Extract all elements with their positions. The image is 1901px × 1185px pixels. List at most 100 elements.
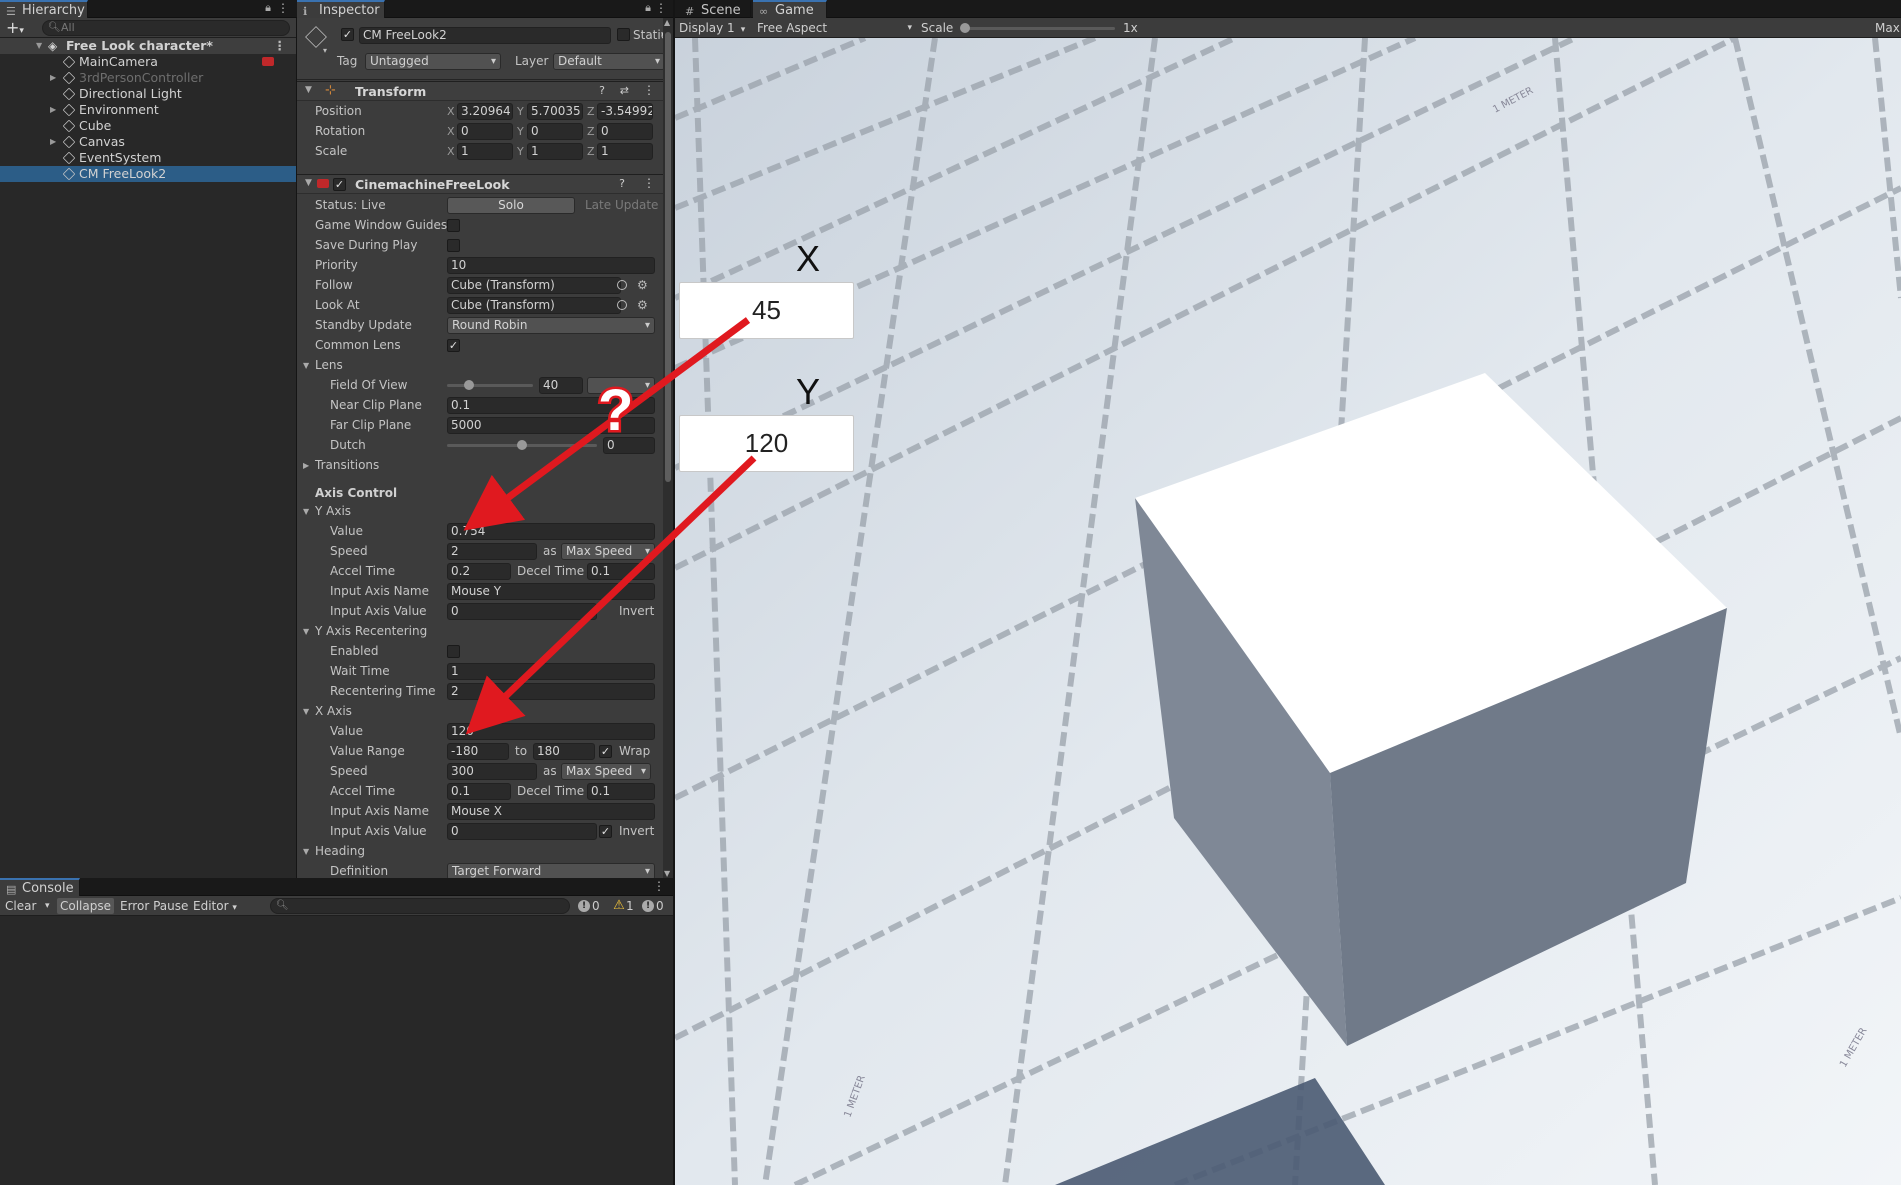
game-view[interactable]: # Scene ∞ Game Display 1 ▾ Free Aspect ▾ S…	[675, 0, 1901, 1185]
x-input-name-field[interactable]: Mouse X	[447, 803, 655, 820]
position-z-field[interactable]: -3.54992	[597, 103, 653, 120]
fold-arrow-icon[interactable]: ▼	[303, 627, 309, 636]
fov-mode-dropdown[interactable]	[587, 377, 655, 394]
scale-y-field[interactable]: 1	[527, 143, 583, 160]
collapse-toggle[interactable]: Collapse	[57, 898, 114, 914]
x-range-max-field[interactable]: 180	[533, 743, 595, 760]
near-clip-field[interactable]: 0.1	[447, 397, 655, 414]
dutch-field[interactable]: 0	[603, 437, 655, 454]
fold-arrow-icon[interactable]: ▼	[303, 847, 309, 856]
standby-update-dropdown[interactable]: Round Robin	[447, 317, 655, 334]
tab-hierarchy[interactable]: ☰ Hierarchy	[0, 0, 88, 18]
info-count-toggle[interactable]: ! 0	[576, 898, 600, 914]
scene-menu-icon[interactable]: ⋮	[274, 38, 287, 54]
more-options-icon[interactable]: ⋮	[655, 1, 667, 15]
priority-field[interactable]: 10	[447, 257, 655, 274]
rotation-y-field[interactable]: 0	[527, 123, 583, 140]
fold-arrow-icon[interactable]: ▼	[305, 85, 312, 95]
common-lens-checkbox[interactable]: ✓	[447, 339, 460, 352]
hierarchy-search-input[interactable]: 🔍︎ All	[42, 20, 290, 36]
dutch-slider-knob[interactable]	[517, 440, 527, 450]
more-options-icon[interactable]: ⋮	[653, 879, 665, 893]
preset-icon[interactable]: ⇄	[620, 84, 629, 97]
display-dropdown[interactable]: Display 1 ▾	[679, 18, 745, 38]
scale-slider[interactable]	[965, 27, 1115, 30]
tab-game[interactable]: ∞ Game	[753, 0, 827, 18]
fold-arrow-icon[interactable]: ▼	[303, 361, 309, 370]
help-icon[interactable]: ?	[619, 177, 625, 190]
rotation-x-field[interactable]: 0	[457, 123, 513, 140]
fov-slider-knob[interactable]	[464, 380, 474, 390]
layer-dropdown[interactable]: Default	[553, 53, 665, 70]
expand-arrow-icon[interactable]: ▶	[50, 70, 56, 86]
scale-z-field[interactable]: 1	[597, 143, 653, 160]
x-accel-field[interactable]: 0.1	[447, 783, 511, 800]
object-picker-icon[interactable]	[617, 300, 627, 310]
object-name-input[interactable]: CM FreeLook2	[359, 27, 611, 44]
transform-header[interactable]: ▼ ⊹ Transform ? ⇄ ⋮	[297, 81, 663, 101]
look-at-field[interactable]: Cube (Transform)	[447, 297, 621, 314]
tab-console[interactable]: ▤ Console	[0, 878, 80, 896]
recentering-time-field[interactable]: 2	[447, 683, 655, 700]
gear-icon[interactable]: ⚙	[637, 278, 648, 292]
scene-row[interactable]: ▼ ◈ Free Look character* ⋮	[0, 38, 296, 54]
lock-icon[interactable]: 🔒︎	[645, 1, 651, 15]
scrollbar-thumb[interactable]	[665, 32, 671, 482]
scroll-down-icon[interactable]: ▼	[664, 869, 670, 878]
clear-button[interactable]: Clear	[2, 898, 39, 914]
x-decel-field[interactable]: 0.1	[587, 783, 655, 800]
freelook-header[interactable]: ▼ ✓ CinemachineFreeLook ? ⋮	[297, 174, 663, 194]
icon-dropdown-icon[interactable]: ▾	[323, 46, 327, 55]
fold-arrow-icon[interactable]: ▼	[303, 507, 309, 516]
expand-arrow-icon[interactable]: ▶	[50, 134, 56, 150]
fov-field[interactable]: 40	[539, 377, 583, 394]
x-value-box[interactable]: 45	[679, 282, 854, 339]
lock-icon[interactable]: 🔒︎	[265, 1, 271, 15]
component-menu-icon[interactable]: ⋮	[643, 83, 655, 97]
tab-inspector[interactable]: ℹ Inspector	[297, 0, 385, 18]
far-clip-field[interactable]: 5000	[447, 417, 655, 434]
expand-arrow-icon[interactable]: ▼	[36, 38, 42, 54]
y-axis-value-field[interactable]: 0.754	[447, 523, 655, 540]
y-input-value-field[interactable]: 0	[447, 603, 597, 620]
error-pause-toggle[interactable]: Error Pause	[117, 898, 191, 914]
more-options-icon[interactable]: ⋮	[277, 1, 289, 15]
object-picker-icon[interactable]	[617, 280, 627, 290]
fold-arrow-icon[interactable]: ▼	[305, 178, 312, 188]
x-input-value-field[interactable]: 0	[447, 823, 597, 840]
recentering-enabled-checkbox[interactable]	[447, 645, 460, 658]
x-speed-field[interactable]: 300	[447, 763, 537, 780]
inspector-scrollbar[interactable]: ▲ ▼	[663, 18, 673, 878]
wait-time-field[interactable]: 1	[447, 663, 655, 680]
y-value-box[interactable]: 120	[679, 415, 854, 472]
static-checkbox[interactable]	[617, 28, 630, 41]
expand-arrow-icon[interactable]: ▶	[50, 102, 56, 118]
y-accel-field[interactable]: 0.2	[447, 563, 511, 580]
warning-count-toggle[interactable]: ⚠ 1	[610, 898, 633, 914]
y-speed-mode-dropdown[interactable]: Max Speed	[561, 543, 655, 560]
tab-scene[interactable]: # Scene	[679, 0, 751, 18]
wrap-checkbox[interactable]: ✓	[599, 745, 612, 758]
editor-dropdown[interactable]: Editor ▾	[190, 898, 240, 914]
gear-icon[interactable]: ⚙	[637, 298, 648, 312]
hierarchy-item[interactable]: Directional Light	[0, 86, 296, 102]
component-menu-icon[interactable]: ⋮	[643, 176, 655, 190]
follow-field[interactable]: Cube (Transform)	[447, 277, 621, 294]
aspect-dropdown[interactable]: Free Aspect ▾	[757, 18, 912, 38]
scale-x-field[interactable]: 1	[457, 143, 513, 160]
position-y-field[interactable]: 5.70035	[527, 103, 583, 120]
maximize-toggle[interactable]: Max	[1875, 18, 1900, 38]
x-axis-value-field[interactable]: 120	[447, 723, 655, 740]
hierarchy-item[interactable]: ▶ 3rdPersonController	[0, 70, 296, 86]
fold-arrow-icon[interactable]: ▼	[303, 707, 309, 716]
component-enabled-checkbox[interactable]: ✓	[333, 178, 346, 191]
y-input-name-field[interactable]: Mouse Y	[447, 583, 655, 600]
fov-slider[interactable]	[447, 384, 533, 387]
rotation-z-field[interactable]: 0	[597, 123, 653, 140]
hierarchy-item[interactable]: EventSystem	[0, 150, 296, 166]
y-decel-field[interactable]: 0.1	[587, 563, 655, 580]
game-window-guides-checkbox[interactable]	[447, 219, 460, 232]
y-speed-field[interactable]: 2	[447, 543, 537, 560]
help-icon[interactable]: ?	[599, 84, 605, 97]
x-range-min-field[interactable]: -180	[447, 743, 509, 760]
